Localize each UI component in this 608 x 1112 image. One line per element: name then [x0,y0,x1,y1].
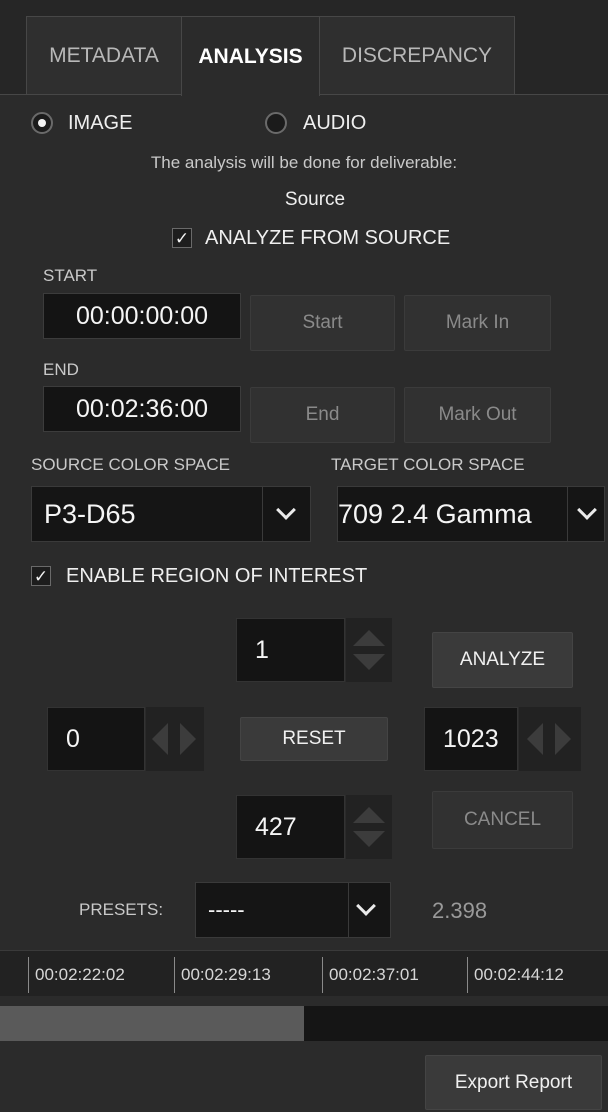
target-color-space-label: TARGET COLOR SPACE [331,455,525,474]
tab-analysis[interactable]: ANALYSIS [181,16,320,96]
mark-out-button[interactable]: Mark Out [404,387,551,443]
tab-bar: METADATA ANALYSIS DISCREPANCY [0,0,608,96]
chevron-down-icon [356,896,376,916]
start-timecode-field[interactable]: 00:00:00:00 [43,293,241,339]
roi-top-input[interactable]: 1 [236,618,345,682]
roi-bottom-input[interactable]: 427 [236,795,345,859]
arrow-right-icon[interactable] [180,723,196,755]
end-button[interactable]: End [250,387,395,443]
enable-roi-label: ENABLE REGION OF INTEREST [66,565,368,587]
mark-in-button[interactable]: Mark In [404,295,551,351]
roi-left-input[interactable]: 0 [47,707,145,771]
tab-discrepancy[interactable]: DISCREPANCY [319,16,515,95]
arrow-left-icon[interactable] [152,723,168,755]
timeline-tick: 00:02:44:12 [467,957,564,993]
roi-right-input[interactable]: 1023 [424,707,518,771]
analyze-button[interactable]: ANALYZE [432,632,573,688]
roi-left-spinner[interactable] [146,707,204,771]
arrow-right-icon[interactable] [555,723,571,755]
roi-right-spinner[interactable] [519,707,581,771]
source-color-space-value: P3-D65 [44,498,136,529]
tab-metadata[interactable]: METADATA [26,16,182,95]
deliverable-description: The analysis will be done for deliverabl… [150,153,458,172]
end-label: END [43,360,79,379]
timeline-tick: 00:02:29:13 [174,957,271,993]
timeline-tick: 00:02:37:01 [322,957,419,993]
start-label: START [43,266,98,285]
image-radio[interactable] [31,112,53,134]
arrow-down-icon[interactable] [353,654,385,670]
presets-value: ----- [208,897,245,922]
analyze-from-source-checkbox[interactable]: ✓ [172,228,192,248]
audio-radio[interactable] [265,112,287,134]
deliverable-name: Source [284,189,346,210]
presets-select[interactable]: ----- [195,882,391,938]
arrow-down-icon[interactable] [353,831,385,847]
source-color-space-label: SOURCE COLOR SPACE [31,455,231,474]
timeline-scroll-thumb[interactable] [0,1006,304,1041]
target-color-space-value: 709 2.4 Gamma [338,498,532,529]
cancel-button[interactable]: CANCEL [432,791,573,849]
arrow-up-icon[interactable] [353,630,385,646]
chevron-down-icon [577,500,597,520]
presets-label: PRESETS: [79,900,164,919]
audio-radio-label: AUDIO [303,112,367,134]
chevron-down-icon [276,500,296,520]
timeline-tick: 00:02:22:02 [28,957,125,993]
arrow-up-icon[interactable] [353,807,385,823]
analyze-from-source-label: ANALYZE FROM SOURCE [205,227,451,249]
frame-rate: 2.398 [432,898,488,923]
reset-button[interactable]: RESET [240,717,388,761]
start-button[interactable]: Start [250,295,395,351]
end-timecode-field[interactable]: 00:02:36:00 [43,386,241,432]
source-color-space-select[interactable]: P3-D65 [31,486,311,542]
target-color-space-select[interactable]: 709 2.4 Gamma [337,486,605,542]
enable-roi-checkbox[interactable]: ✓ [31,566,51,586]
export-report-button[interactable]: Export Report [425,1055,602,1110]
timeline-ruler[interactable]: 00:02:22:02 00:02:29:13 00:02:37:01 00:0… [0,950,608,996]
roi-top-spinner[interactable] [346,618,392,682]
arrow-left-icon[interactable] [527,723,543,755]
timeline-scrollbar[interactable] [0,1006,608,1041]
roi-bottom-spinner[interactable] [346,795,392,859]
image-radio-label: IMAGE [68,112,133,134]
